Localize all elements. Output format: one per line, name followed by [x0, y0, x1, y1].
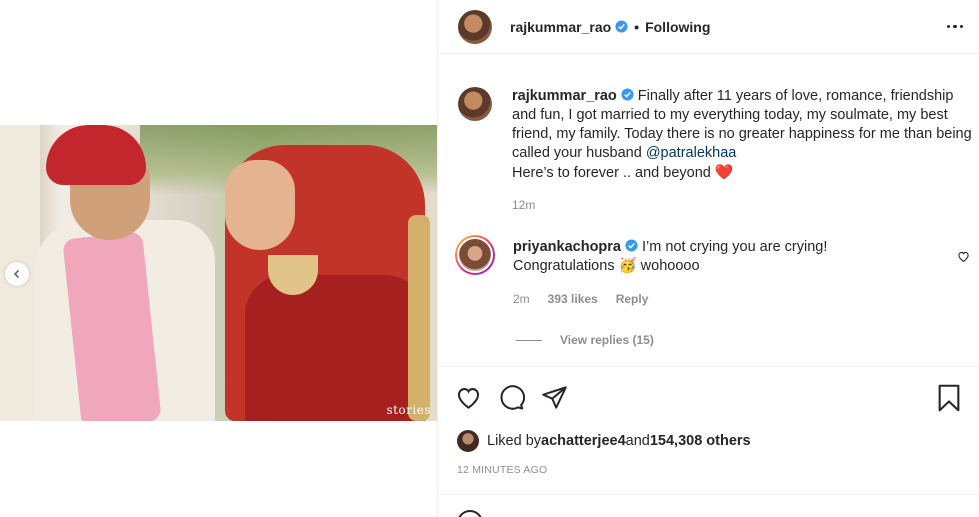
replies-divider-line — [516, 339, 542, 341]
likes-summary: Liked by achatterjee4 and 154,308 others — [457, 430, 979, 452]
share-send-icon[interactable] — [541, 384, 568, 411]
author-avatar[interactable] — [458, 9, 492, 44]
view-replies-button[interactable]: View replies (15) — [516, 333, 654, 347]
caption-mention-link[interactable]: @patralekhaa — [646, 145, 737, 161]
likes-prefix: Liked by — [487, 433, 542, 449]
action-icons-row — [438, 367, 979, 413]
header-separator: • — [634, 18, 640, 35]
comment-item: priyankachopra I’m not crying you are cr… — [455, 235, 973, 309]
photo-bride-face — [225, 160, 295, 250]
photo-watermark: stories — [386, 403, 431, 417]
verified-badge-icon — [621, 88, 634, 101]
party-face-emoji: 🥳 — [618, 258, 637, 274]
verified-badge-icon — [615, 20, 628, 33]
comments-section: rajkummar_rao Finally after 11 years of … — [438, 62, 979, 365]
photo-bride-dress — [245, 275, 425, 421]
emoji-picker-icon[interactable] — [457, 510, 483, 517]
comment-text-line2-end: wohoooo — [636, 258, 700, 274]
verified-badge-icon — [625, 239, 638, 252]
comment-meta: 2m 393 likes Reply — [513, 290, 943, 309]
post-photo[interactable]: stories — [0, 125, 437, 421]
view-replies-label: View replies (15) — [560, 333, 654, 347]
post-header: rajkummar_rao • Following — [438, 0, 979, 54]
likes-middle: and — [625, 433, 650, 449]
post-caption: rajkummar_rao Finally after 11 years of … — [458, 87, 973, 215]
like-heart-icon[interactable] — [455, 384, 482, 411]
chevron-left-icon — [13, 269, 20, 279]
caption-avatar[interactable] — [458, 87, 492, 121]
comment-username[interactable]: priyankachopra — [513, 239, 621, 255]
caption-username[interactable]: rajkummar_rao — [512, 88, 617, 104]
post-timestamp[interactable]: 12 MINUTES AGO — [457, 464, 979, 476]
photo-pillar — [408, 215, 430, 421]
author-username[interactable]: rajkummar_rao — [510, 19, 611, 35]
comment-text: I’m not crying you are crying! — [638, 239, 828, 255]
post-details-pane: rajkummar_rao • Following rajkummar_rao … — [437, 0, 979, 517]
liker-avatar[interactable] — [457, 430, 479, 452]
liker-username[interactable]: achatterjee4 — [541, 433, 626, 449]
caption-text-line2: Here’s to forever .. and beyond — [512, 165, 715, 181]
commenter-avatar[interactable] — [455, 235, 495, 275]
comment-text-line2: Congratulations — [513, 258, 619, 274]
comment-time[interactable]: 2m — [513, 290, 530, 309]
comment-like-heart-icon[interactable] — [957, 250, 970, 263]
post-actions: Liked by achatterjee4 and 154,308 others… — [438, 366, 979, 517]
red-heart-emoji: ❤️ — [714, 164, 734, 181]
comment-body: priyankachopra I’m not crying you are cr… — [513, 238, 943, 309]
bookmark-save-icon[interactable] — [936, 384, 962, 412]
add-comment-bar — [438, 494, 979, 517]
caption-time[interactable]: 12m — [512, 196, 972, 215]
likes-count[interactable]: 154,308 others — [650, 433, 751, 449]
post-media-pane: stories — [0, 0, 437, 517]
more-options-icon[interactable] — [946, 24, 963, 29]
following-button[interactable]: Following — [645, 19, 710, 35]
comment-bubble-icon[interactable] — [498, 384, 525, 411]
comment-likes[interactable]: 393 likes — [548, 290, 598, 309]
carousel-prev-button[interactable] — [5, 262, 29, 286]
comment-reply-button[interactable]: Reply — [616, 290, 649, 309]
photo-groom-turban — [46, 125, 146, 185]
caption-body: rajkummar_rao Finally after 11 years of … — [512, 87, 972, 215]
